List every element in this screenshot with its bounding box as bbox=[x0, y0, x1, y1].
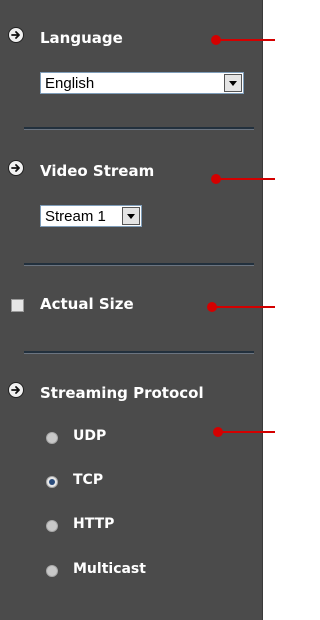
chevron-right-circle-icon[interactable] bbox=[8, 160, 24, 176]
annotation-pointer bbox=[207, 301, 275, 313]
language-heading: Language bbox=[40, 29, 123, 47]
annotation-pointer bbox=[211, 173, 275, 185]
chevron-right-circle-icon[interactable] bbox=[8, 382, 24, 398]
radio-selected-dot bbox=[49, 479, 55, 485]
divider bbox=[24, 263, 254, 266]
annotation-pointer bbox=[213, 426, 275, 438]
radio-http[interactable] bbox=[46, 520, 58, 532]
divider bbox=[24, 127, 254, 130]
annotation-pointer bbox=[211, 34, 275, 46]
radio-multicast-label[interactable]: Multicast bbox=[73, 561, 146, 577]
chevron-right-circle-icon[interactable] bbox=[8, 27, 24, 43]
chevron-down-icon[interactable] bbox=[224, 74, 242, 92]
radio-http-label[interactable]: HTTP bbox=[73, 516, 114, 532]
radio-multicast[interactable] bbox=[46, 565, 58, 577]
video-stream-select[interactable]: Stream 1 bbox=[40, 205, 142, 227]
streaming-protocol-heading: Streaming Protocol bbox=[40, 384, 204, 402]
actual-size-label: Actual Size bbox=[40, 295, 134, 313]
actual-size-checkbox[interactable] bbox=[11, 299, 24, 312]
video-stream-heading: Video Stream bbox=[40, 162, 155, 180]
arrow-right-icon bbox=[11, 164, 20, 172]
arrow-right-icon bbox=[11, 31, 20, 39]
radio-tcp[interactable] bbox=[46, 476, 58, 488]
divider bbox=[24, 351, 254, 354]
video-stream-select-value: Stream 1 bbox=[45, 207, 106, 225]
chevron-down-icon[interactable] bbox=[122, 207, 140, 225]
arrow-right-icon bbox=[11, 386, 20, 394]
language-select[interactable]: English bbox=[40, 72, 244, 94]
radio-tcp-label[interactable]: TCP bbox=[73, 472, 103, 488]
radio-udp-label[interactable]: UDP bbox=[73, 428, 106, 444]
language-select-value: English bbox=[45, 74, 95, 92]
radio-udp[interactable] bbox=[46, 432, 58, 444]
